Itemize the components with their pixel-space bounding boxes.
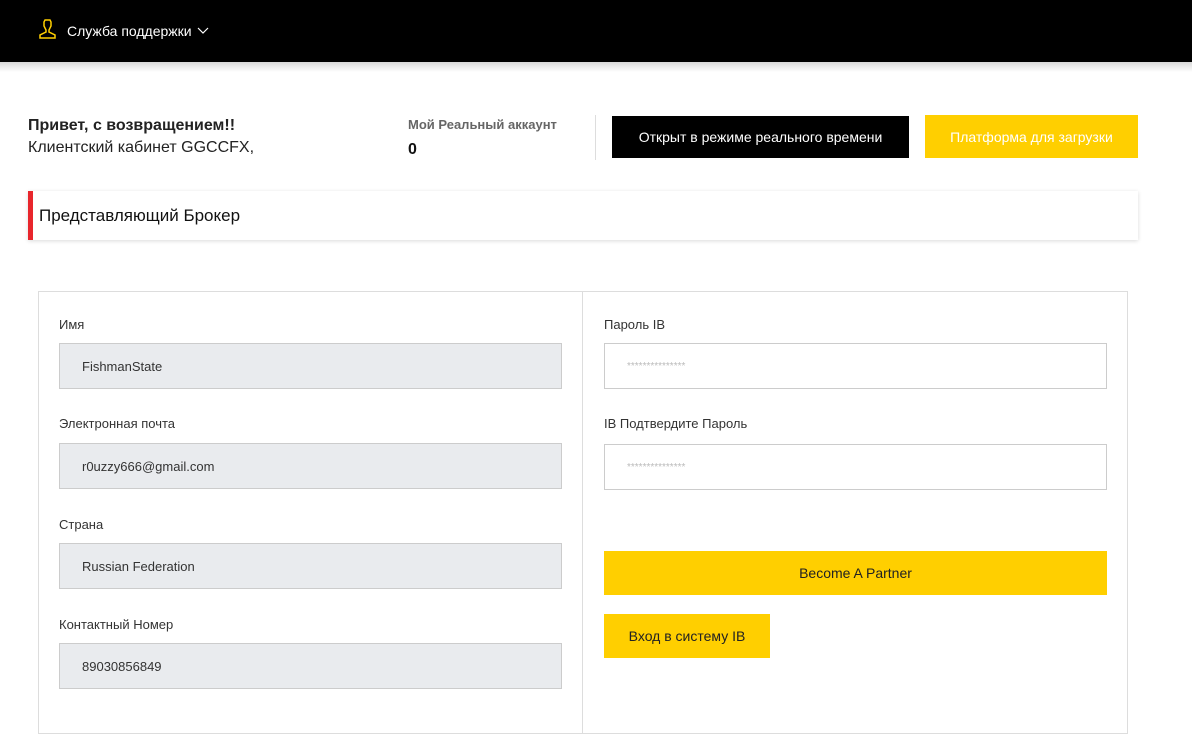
email-field[interactable]: r0uzzy666@gmail.com	[59, 443, 562, 489]
top-bar: Служба поддержки	[0, 0, 1192, 62]
country-field[interactable]: Russian Federation	[59, 543, 562, 589]
email-label: Электронная почта	[59, 416, 176, 431]
password-input[interactable]: ***************	[604, 343, 1107, 389]
name-label: Имя	[59, 317, 85, 332]
confirm-password-label: IB Подтвердите Пароль	[604, 416, 748, 431]
divider	[595, 115, 596, 160]
become-partner-button[interactable]: Become A Partner	[604, 551, 1107, 595]
confirm-password-input[interactable]: ***************	[604, 444, 1107, 490]
greeting: Привет, с возвращением!! Клиентский каби…	[28, 115, 254, 159]
header-shadow	[0, 62, 1192, 72]
section-title: Представляющий Брокер	[28, 191, 1138, 240]
chevron-down-icon[interactable]	[197, 22, 209, 40]
phone-field[interactable]: 89030856849	[59, 643, 562, 689]
greeting-title: Привет, с возвращением!!	[28, 117, 236, 134]
account-value: 0	[408, 141, 417, 158]
greeting-subtitle: Клиентский кабинет GGCCFX,	[28, 139, 255, 156]
download-platform-button[interactable]: Платформа для загрузки	[925, 115, 1138, 158]
country-label: Страна	[59, 517, 104, 532]
support-menu[interactable]: Служба поддержки	[67, 23, 192, 39]
password-label: Пароль IB	[604, 317, 666, 332]
account-title: Мой Реальный аккаунт	[408, 117, 557, 132]
name-field[interactable]: FishmanState	[59, 343, 562, 389]
profile-panel: Имя FishmanState Электронная почта r0uzz…	[38, 291, 583, 734]
ib-login-button[interactable]: Вход в систему IB	[604, 614, 770, 658]
phone-label: Контактный Номер	[59, 617, 174, 632]
ib-panel: Пароль IB *************** IB Подтвердите…	[582, 291, 1128, 734]
open-live-button[interactable]: Открыт в режиме реального времени	[612, 116, 909, 158]
user-icon[interactable]	[37, 18, 59, 45]
account-summary: Мой Реальный аккаунт 0	[408, 117, 557, 159]
